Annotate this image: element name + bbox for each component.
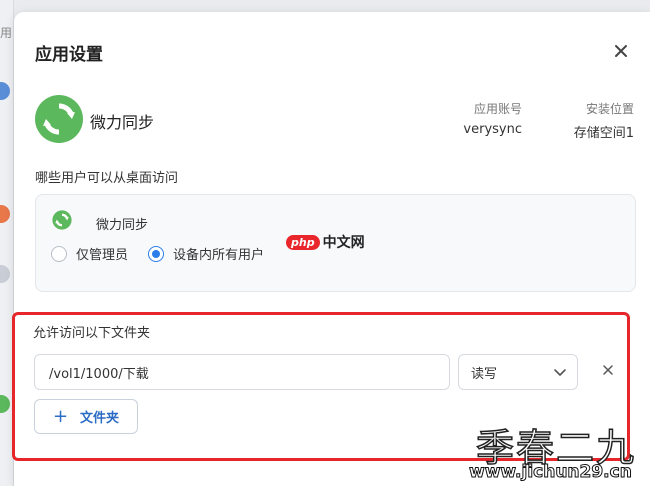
account-value: verysync [463, 122, 522, 137]
radio-admin-only[interactable]: 仅管理员 [51, 244, 128, 263]
radio-admin-only-label: 仅管理员 [76, 248, 129, 263]
permission-select-value: 读写 [471, 366, 498, 382]
background-orange-icon [0, 205, 10, 223]
close-button[interactable] [610, 40, 632, 62]
php-watermark: php 中文网 [286, 232, 365, 252]
location-label: 安装位置 [585, 102, 634, 116]
app-name: 微力同步 [90, 113, 155, 132]
desktop-access-title: 哪些用户可以从桌面访问 [35, 171, 179, 186]
radio-all-users-circle[interactable] [148, 245, 164, 262]
chevron-down-icon [554, 369, 566, 376]
jichun-url-watermark: www.jichun29.cn [469, 462, 633, 483]
background-blue-icon [0, 82, 10, 100]
background-green-icon [0, 395, 10, 413]
account-label: 应用账号 [473, 102, 522, 116]
remove-folder-button[interactable] [600, 362, 616, 378]
php-watermark-badge: php [286, 234, 320, 250]
radio-all-users-label: 设备内所有用户 [173, 248, 265, 263]
user-box-app-name: 微力同步 [96, 218, 149, 233]
php-watermark-text: 中文网 [322, 235, 365, 251]
close-icon [615, 45, 627, 57]
background-gray-icon [0, 265, 10, 283]
add-folder-button[interactable]: + 文件夹 [34, 399, 138, 434]
folder-access-title: 允许访问以下文件夹 [33, 326, 151, 341]
background-partial-text: 用 [0, 26, 13, 40]
add-folder-label: 文件夹 [80, 411, 120, 426]
app-settings-dialog: 应用设置 微力同步 应用账号 verysync 安装位置 存储空间1 哪些用户可… [12, 12, 650, 486]
radio-admin-only-circle[interactable] [51, 245, 67, 262]
permission-select[interactable]: 读写 [458, 354, 578, 390]
remove-icon [603, 365, 613, 375]
user-access-box: 微力同步 仅管理员 设备内所有用户 php 中文网 [35, 194, 636, 292]
plus-icon: + [52, 405, 69, 427]
dialog-title: 应用设置 [35, 45, 103, 65]
sync-app-small-icon [52, 210, 72, 230]
sync-app-icon [35, 95, 83, 143]
radio-all-users[interactable]: 设备内所有用户 [148, 244, 264, 263]
location-value: 存储空间1 [573, 126, 634, 141]
folder-path-input[interactable] [34, 354, 450, 390]
